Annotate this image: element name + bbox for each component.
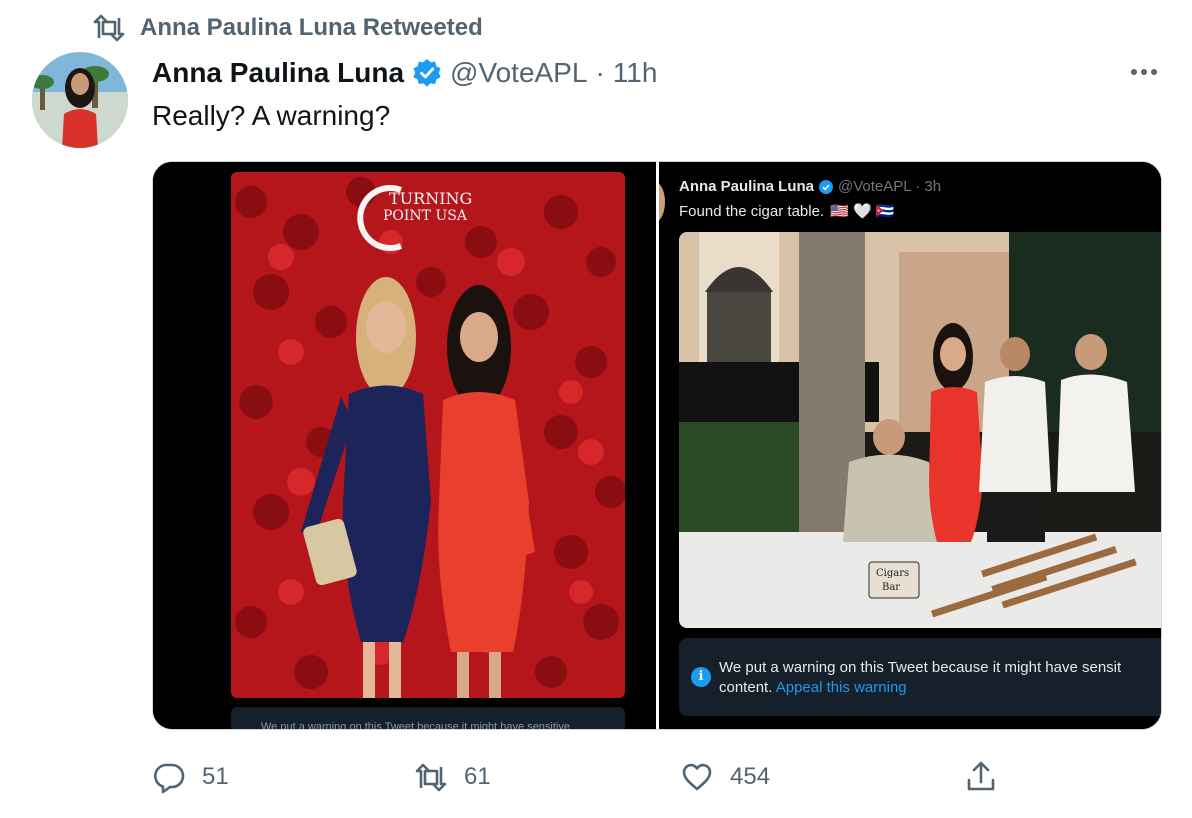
embedded-verified-icon <box>819 179 834 194</box>
embedded-meta: @VoteAPL · 3h <box>838 178 942 195</box>
like-button[interactable]: 454 <box>680 756 770 798</box>
like-count: 454 <box>730 763 771 790</box>
tweet-text: Really? A warning? <box>152 100 391 131</box>
media-grid[interactable]: TURNING POINT USA We put a warning on th… <box>152 161 1162 730</box>
media-image-right[interactable]: Anna Paulina Luna @VoteAPL · 3h Found th… <box>659 162 1161 729</box>
retweet-label: Anna Paulina Luna Retweeted <box>140 14 483 41</box>
warning-notice-partial: We put a warning on this Tweet because i… <box>231 707 625 729</box>
warning-line-2: content. <box>719 679 773 696</box>
tweet-timestamp[interactable]: 11h <box>613 57 658 89</box>
cigar-sign-label: Cigars <box>876 568 909 579</box>
reply-button[interactable]: 51 <box>152 756 229 798</box>
embedded-author-name: Anna Paulina Luna <box>679 178 815 195</box>
tpusa-logo: TURNING <box>389 189 472 208</box>
reply-icon <box>154 763 185 794</box>
embedded-text: Found the cigar table. <box>679 202 825 220</box>
avatar[interactable] <box>32 52 128 148</box>
share-icon <box>967 761 995 791</box>
retweet-indicator[interactable]: Anna Paulina Luna Retweeted <box>92 12 483 44</box>
svg-text:Bar: Bar <box>882 582 900 593</box>
embedded-tweet-text: Found the cigar table. 🇺🇸 🤍 🇨🇺 <box>679 202 895 221</box>
verified-badge-icon <box>412 58 442 88</box>
author-name[interactable]: Anna Paulina Luna <box>152 57 404 89</box>
embedded-tweet-header: Anna Paulina Luna @VoteAPL · 3h <box>679 178 941 195</box>
retweet-button[interactable]: 61 <box>414 756 491 798</box>
separator-dot: · <box>595 57 605 88</box>
reply-count: 51 <box>202 763 229 790</box>
info-icon: i <box>691 667 711 687</box>
svg-text:POINT USA: POINT USA <box>383 208 468 224</box>
flag-emoji: 🇺🇸 🤍 🇨🇺 <box>830 203 895 220</box>
retweet-count: 61 <box>464 763 491 790</box>
appeal-warning-link[interactable]: Appeal this warning <box>776 679 907 696</box>
photo-red-backdrop: TURNING POINT USA <box>231 172 625 698</box>
warning-line-1: We put a warning on this Tweet because i… <box>719 659 1122 676</box>
more-options-icon[interactable] <box>1126 60 1162 84</box>
share-button[interactable] <box>964 756 998 798</box>
retweet-action-icon <box>415 763 447 792</box>
author-handle[interactable]: @VoteAPL <box>450 57 587 89</box>
tweet-actions: 51 61 454 <box>0 756 1192 798</box>
retweet-icon <box>93 14 125 42</box>
embedded-avatar <box>659 182 665 222</box>
heart-icon <box>682 763 712 791</box>
photo-cigar-table: Cigars Bar <box>679 232 1161 628</box>
tweet-header: Anna Paulina Luna @VoteAPL · 11h <box>152 54 657 92</box>
media-image-left[interactable]: TURNING POINT USA We put a warning on th… <box>153 162 656 729</box>
sensitive-warning-box: i We put a warning on this Tweet because… <box>679 638 1161 716</box>
